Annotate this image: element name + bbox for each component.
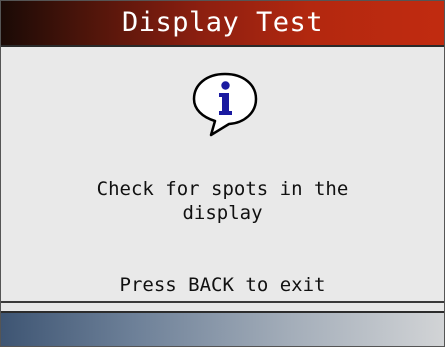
device-screen: Display Test Check for spots in the disp… (0, 0, 445, 347)
content-area: Check for spots in the display Press BAC… (1, 47, 444, 301)
content-divider (1, 301, 444, 303)
exit-hint: Press BACK to exit (119, 274, 326, 296)
instruction-message: Check for spots in the display (96, 178, 349, 224)
info-speech-bubble-icon (192, 72, 258, 137)
title-bar: Display Test (1, 1, 444, 47)
footer-bar (1, 313, 444, 346)
screen-title: Display Test (121, 7, 324, 38)
